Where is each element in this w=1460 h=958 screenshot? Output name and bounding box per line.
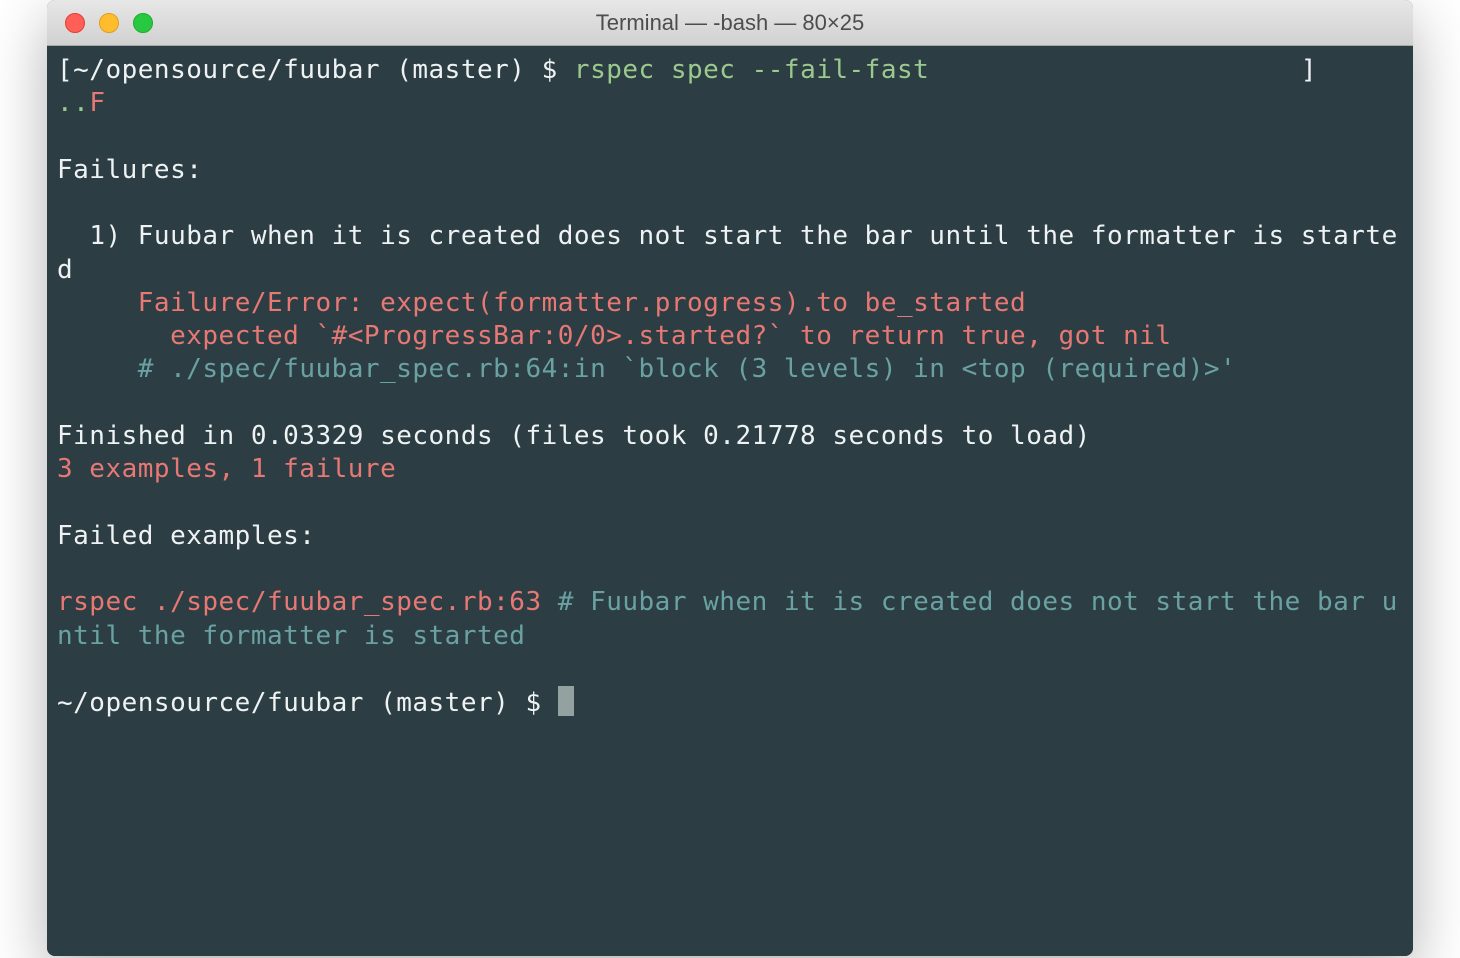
failure-expected-line: expected `#<ProgressBar:0/0>.started?` t… xyxy=(57,320,1403,353)
blank-line xyxy=(57,387,1403,420)
blank-line xyxy=(57,486,1403,519)
shell-prompt: ~/opensource/fuubar (master) $ xyxy=(57,688,558,718)
failure-description: 1) Fuubar when it is created does not st… xyxy=(57,220,1403,287)
shell-command: rspec spec --fail-fast xyxy=(574,55,929,85)
shell-prompt: ~/opensource/fuubar (master) $ xyxy=(73,55,574,85)
minimize-icon[interactable] xyxy=(99,13,119,33)
blank-line xyxy=(57,187,1403,220)
prompt-bracket: [ xyxy=(57,55,73,85)
terminal-content[interactable]: [~/opensource/fuubar (master) $ rspec sp… xyxy=(47,46,1413,956)
traffic-lights xyxy=(47,13,153,33)
terminal-window: Terminal — -bash — 80×25 [~/opensource/f… xyxy=(47,0,1413,956)
cursor xyxy=(558,686,574,716)
maximize-icon[interactable] xyxy=(133,13,153,33)
prompt-bracket-close: ] xyxy=(929,55,1317,85)
blank-line xyxy=(57,653,1403,686)
failures-heading: Failures: xyxy=(57,154,1403,187)
rspec-fail-F: F xyxy=(89,88,105,118)
blank-line xyxy=(57,121,1403,154)
failure-error-line: Failure/Error: expect(formatter.progress… xyxy=(57,287,1403,320)
titlebar: Terminal — -bash — 80×25 xyxy=(47,0,1413,46)
examples-summary: 3 examples, 1 failure xyxy=(57,453,1403,486)
blank-line xyxy=(57,553,1403,586)
failed-example-path: rspec ./spec/fuubar_spec.rb:63 xyxy=(57,587,542,617)
failed-examples-heading: Failed examples: xyxy=(57,520,1403,553)
finished-summary: Finished in 0.03329 seconds (files took … xyxy=(57,420,1403,453)
close-icon[interactable] xyxy=(65,13,85,33)
failure-backtrace: # ./spec/fuubar_spec.rb:64:in `block (3 … xyxy=(57,353,1403,386)
window-title: Terminal — -bash — 80×25 xyxy=(47,10,1413,36)
rspec-pass-dots: .. xyxy=(57,88,89,118)
